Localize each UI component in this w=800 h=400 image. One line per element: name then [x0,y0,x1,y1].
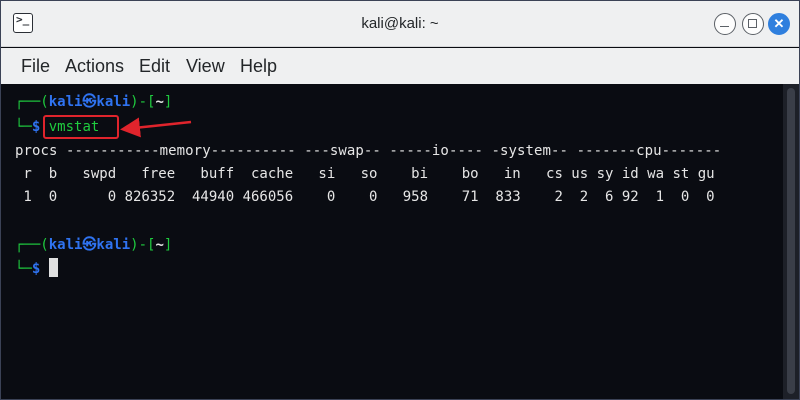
prompt-corner-top: ┌──( [15,237,49,253]
text-cursor[interactable] [48,258,58,277]
vmstat-row: 1 0 0 826352 44940 466056 0 0 958 71 833… [15,189,715,205]
scrollbar-thumb[interactable] [787,88,795,394]
vertical-scrollbar[interactable] [783,84,799,399]
terminal-window: >_ kali@kali: ~ ✕ File Actions Edit View… [0,0,800,400]
prompt-corner-bottom: └─ [15,119,32,135]
prompt-line-1: ┌──(kali㉿kali)-[~] [15,92,172,112]
maximize-button[interactable] [742,13,764,35]
title-bar[interactable]: >_ kali@kali: ~ ✕ [1,1,799,47]
minimize-button[interactable] [714,13,736,35]
prompt-path: ~ [155,94,164,110]
prompt-path: ~ [155,237,164,253]
close-button[interactable]: ✕ [768,13,790,35]
vmstat-group-header: procs -----------memory---------- ---swa… [15,143,722,159]
prompt-symbol: $ [31,119,41,135]
menu-file[interactable]: File [21,54,50,78]
menu-help[interactable]: Help [240,54,277,78]
prompt-user-host: kali㉿kali [48,237,131,253]
prompt-mid: )-[ [130,237,156,253]
maximize-icon [748,19,757,28]
menu-bar: File Actions Edit View Help [1,48,799,84]
input-line: └─$ [15,258,58,279]
prompt-end: ] [163,94,173,110]
minimize-icon [720,26,729,27]
menu-actions[interactable]: Actions [65,54,124,78]
window-title: kali@kali: ~ [361,15,439,32]
prompt-corner-top: ┌──( [15,94,49,110]
prompt-line-2: ┌──(kali㉿kali)-[~] [15,235,172,255]
close-icon: ✕ [773,16,785,31]
prompt-user-host: kali㉿kali [48,94,131,110]
prompt-symbol: $ [31,261,41,277]
vmstat-column-header: r b swpd free buff cache si so bi bo in … [15,166,715,182]
annotation-highlight-box [43,115,119,139]
menu-edit[interactable]: Edit [139,54,170,78]
prompt-end: ] [163,237,173,253]
prompt-mid: )-[ [130,94,156,110]
prompt-corner-bottom: └─ [15,261,32,277]
menu-view[interactable]: View [186,54,225,78]
